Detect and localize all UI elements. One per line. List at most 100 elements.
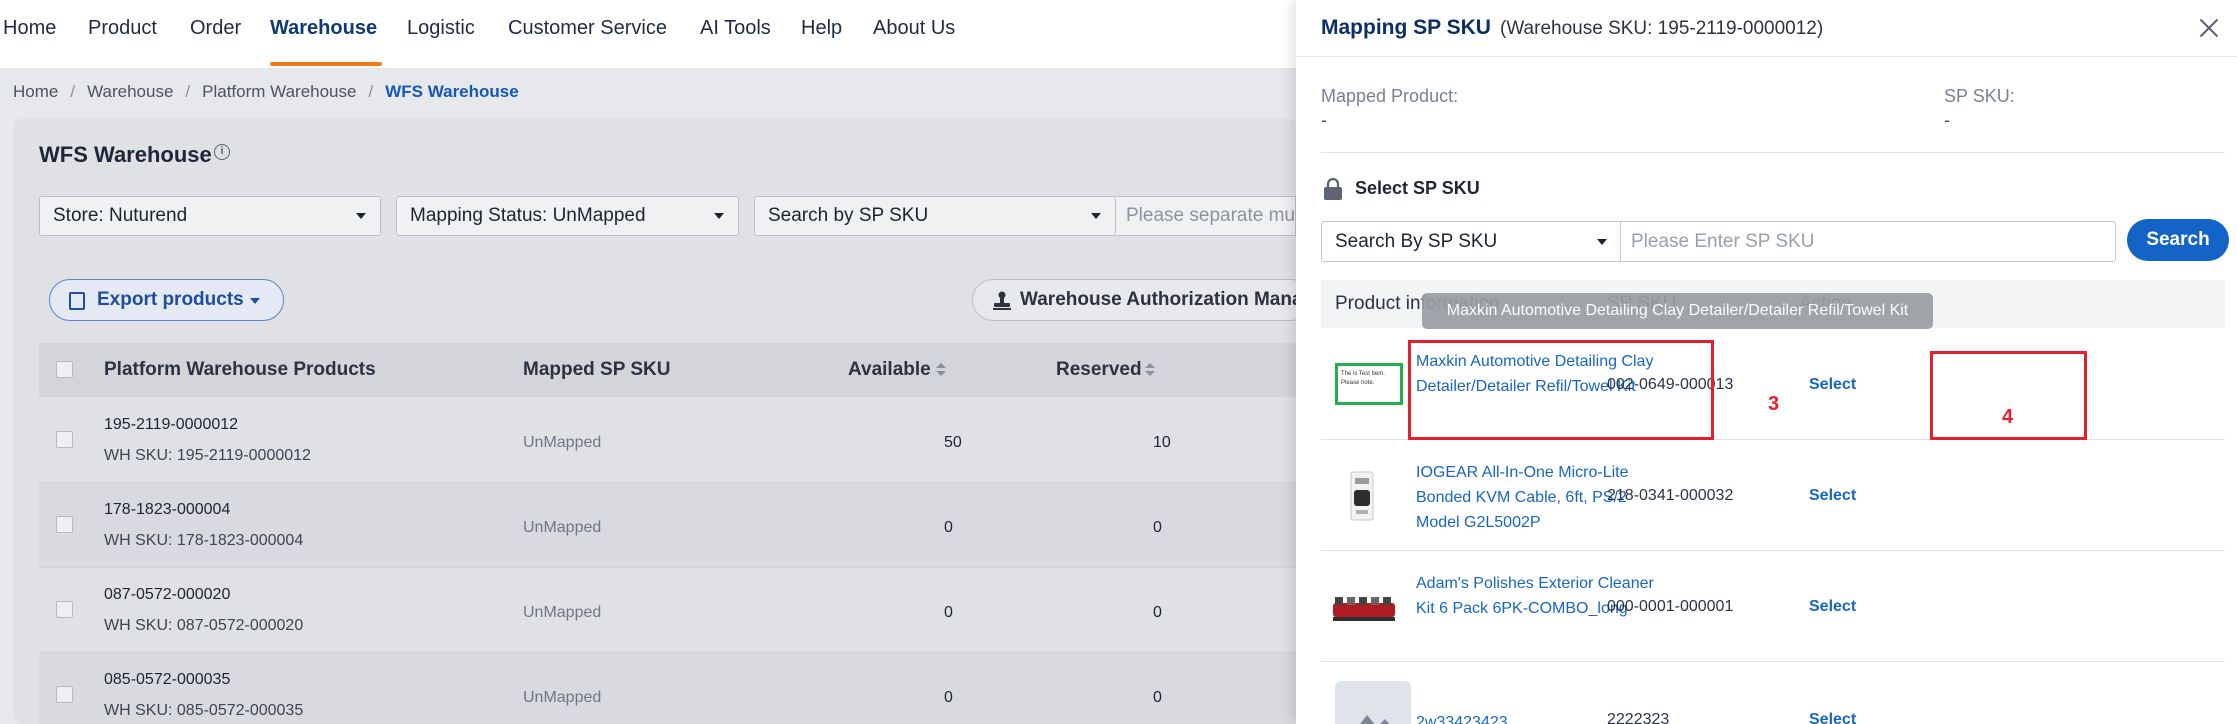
warehouse-authorization-button[interactable]: Warehouse Authorization Mana bbox=[972, 279, 1312, 321]
row-available: 0 bbox=[944, 689, 953, 706]
row-available: 0 bbox=[944, 519, 953, 536]
select-button[interactable]: Select bbox=[1809, 711, 1856, 724]
nav-order[interactable]: Order bbox=[190, 0, 241, 68]
product-row: 2w33423423 2222323 Select bbox=[1321, 662, 2225, 724]
caret-down-icon bbox=[1597, 239, 1607, 245]
mapping-drawer: Mapping SP SKU (Warehouse SKU: 195-2119-… bbox=[1296, 0, 2237, 724]
annotation-number: 4 bbox=[2002, 406, 2014, 428]
nav-product[interactable]: Product bbox=[88, 0, 157, 68]
row-reserved: 0 bbox=[1153, 604, 1162, 621]
row-mapped-status: UnMapped bbox=[523, 689, 602, 706]
sort-icon[interactable] bbox=[1145, 363, 1155, 377]
row-reserved: 0 bbox=[1153, 519, 1162, 536]
image-placeholder-icon bbox=[1335, 681, 1411, 724]
nav-logistic[interactable]: Logistic bbox=[407, 0, 475, 68]
sp-sku-value: - bbox=[1944, 110, 1950, 130]
row-sku: 087-0572-000020 bbox=[104, 586, 231, 603]
breadcrumb-separator: / bbox=[185, 82, 191, 101]
close-icon[interactable] bbox=[2199, 18, 2219, 38]
mapped-product-label: Mapped Product: bbox=[1321, 86, 1459, 106]
search-type-select[interactable]: Search By SP SKU bbox=[1321, 221, 1621, 262]
row-sku: 195-2119-0000012 bbox=[104, 416, 239, 433]
table-row: 178-1823-000004 WH SKU: 178-1823-000004 … bbox=[39, 483, 1296, 568]
select-sp-sku-title: Select SP SKU bbox=[1355, 178, 1480, 198]
annotation-box-product bbox=[1408, 340, 1714, 440]
select-all-checkbox[interactable] bbox=[56, 361, 73, 378]
column-header-reserved[interactable]: Reserved bbox=[1056, 343, 1142, 397]
row-reserved: 10 bbox=[1153, 434, 1171, 451]
product-sp-sku: 2222323 bbox=[1607, 711, 1670, 724]
export-products-button[interactable]: Export products bbox=[49, 279, 284, 321]
caret-down-icon bbox=[1091, 213, 1101, 219]
divider bbox=[1296, 56, 2237, 57]
thumbnail-text: The is Test Item. bbox=[1341, 371, 1385, 377]
mapping-status-value: Mapping Status: UnMapped bbox=[410, 205, 646, 226]
product-name-tooltip: Maxkin Automotive Detailing Clay Detaile… bbox=[1422, 293, 1933, 329]
row-checkbox[interactable] bbox=[56, 431, 73, 448]
nav-about-us[interactable]: About Us bbox=[873, 0, 955, 68]
store-select[interactable]: Store: Nuturend bbox=[39, 196, 381, 236]
sp-sku-search-input[interactable]: Please Enter SP SKU bbox=[1620, 221, 2116, 262]
row-checkbox[interactable] bbox=[56, 516, 73, 533]
row-checkbox[interactable] bbox=[56, 686, 73, 703]
export-products-label: Export products bbox=[97, 289, 244, 310]
row-mapped-status: UnMapped bbox=[523, 434, 602, 451]
nav-ai-tools[interactable]: AI Tools bbox=[700, 0, 771, 68]
row-checkbox[interactable] bbox=[56, 601, 73, 618]
caret-down-icon bbox=[250, 298, 260, 304]
kvm-cable-image bbox=[1350, 471, 1374, 521]
warehouse-authorization-label: Warehouse Authorization Mana bbox=[1020, 289, 1303, 310]
select-button[interactable]: Select bbox=[1809, 329, 1856, 440]
nav-help[interactable]: Help bbox=[801, 0, 842, 68]
sku-search-input[interactable]: Please separate multi bbox=[1116, 196, 1296, 236]
table-row: 087-0572-000020 WH SKU: 087-0572-000020 … bbox=[39, 568, 1296, 653]
product-thumbnail: The is Test Item. Please note. bbox=[1335, 363, 1403, 405]
row-sku: 085-0572-000035 bbox=[104, 671, 231, 688]
nav-customer-service[interactable]: Customer Service bbox=[508, 0, 667, 68]
row-wh-sku: WH SKU: 195-2119-0000012 bbox=[104, 447, 311, 464]
column-header-available[interactable]: Available bbox=[848, 343, 931, 397]
search-button[interactable]: Search bbox=[2127, 219, 2229, 261]
mapped-product-value: - bbox=[1321, 110, 1327, 130]
breadcrumb-current: WFS Warehouse bbox=[385, 82, 519, 101]
breadcrumb: Home / Warehouse / Platform Warehouse / WFS Wa… bbox=[13, 82, 519, 102]
product-sp-sku: 000-0001-000001 bbox=[1607, 598, 1734, 615]
row-mapped-status: UnMapped bbox=[523, 519, 602, 536]
sort-icon[interactable] bbox=[936, 363, 946, 377]
search-type-select[interactable]: Search by SP SKU bbox=[754, 196, 1116, 236]
top-navigation: Home Product Order Warehouse Logistic Cu… bbox=[0, 0, 1296, 68]
page-title: WFS Warehouse bbox=[39, 142, 212, 167]
select-button[interactable]: Select bbox=[1809, 440, 1856, 551]
row-wh-sku: WH SKU: 085-0572-000035 bbox=[104, 702, 304, 719]
product-row: Adam's Polishes Exterior Cleaner Kit 6 P… bbox=[1321, 551, 2225, 662]
breadcrumb-platform-warehouse[interactable]: Platform Warehouse bbox=[202, 82, 356, 102]
select-button[interactable]: Select bbox=[1809, 551, 1856, 662]
row-reserved: 0 bbox=[1153, 689, 1162, 706]
column-header-products: Platform Warehouse Products bbox=[104, 359, 376, 380]
table-header: Platform Warehouse Products Mapped SP SK… bbox=[39, 343, 1296, 397]
row-sku: 178-1823-000004 bbox=[104, 501, 231, 518]
sp-sku-label: SP SKU: bbox=[1944, 86, 2015, 106]
mapping-status-select[interactable]: Mapping Status: UnMapped bbox=[396, 196, 739, 236]
caret-down-icon bbox=[356, 213, 366, 219]
nav-home[interactable]: Home bbox=[3, 0, 56, 68]
caret-down-icon bbox=[714, 213, 724, 219]
breadcrumb-separator: / bbox=[70, 82, 76, 101]
divider bbox=[1321, 152, 2225, 153]
breadcrumb-warehouse[interactable]: Warehouse bbox=[87, 82, 173, 102]
drawer-subtitle: (Warehouse SKU: 195-2119-0000012) bbox=[1500, 18, 1824, 39]
cleaner-kit-image bbox=[1333, 597, 1395, 621]
info-icon[interactable]: i bbox=[214, 144, 230, 160]
export-icon bbox=[69, 292, 85, 310]
annotation-number: 3 bbox=[1768, 393, 1780, 415]
row-mapped-status: UnMapped bbox=[523, 604, 602, 621]
row-available: 0 bbox=[944, 604, 953, 621]
product-row: IOGEAR All-In-One Micro-Lite Bonded KVM … bbox=[1321, 440, 2225, 551]
nav-warehouse[interactable]: Warehouse bbox=[270, 0, 377, 68]
drawer-title: Mapping SP SKU bbox=[1321, 16, 1491, 39]
store-select-value: Store: Nuturend bbox=[53, 205, 188, 226]
search-type-value: Search by SP SKU bbox=[768, 205, 929, 226]
column-header-mapped-sku: Mapped SP SKU bbox=[523, 359, 671, 380]
breadcrumb-home[interactable]: Home bbox=[13, 82, 58, 102]
nav-active-indicator bbox=[270, 62, 382, 66]
